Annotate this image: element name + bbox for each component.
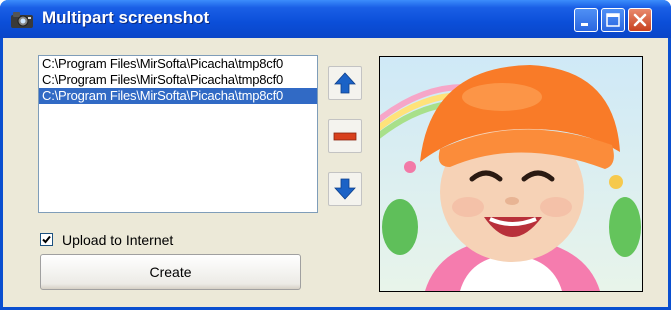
- close-icon: [633, 13, 647, 27]
- create-button[interactable]: Create: [40, 254, 301, 290]
- list-item[interactable]: C:\Program Files\MirSofta\Picacha\tmp8cf…: [39, 72, 317, 88]
- arrow-up-icon: [334, 72, 356, 94]
- upload-label: Upload to Internet: [62, 232, 174, 248]
- file-list[interactable]: C:\Program Files\MirSofta\Picacha\tmp8cf…: [38, 55, 318, 213]
- minimize-button[interactable]: [574, 8, 598, 32]
- window-title: Multipart screenshot: [42, 8, 210, 27]
- multipart-screenshot-window: Multipart screenshot C:\Program Files\Mi…: [0, 0, 671, 310]
- remove-button[interactable]: [328, 119, 362, 153]
- baby-photo: [380, 57, 642, 291]
- upload-checkbox[interactable]: [40, 233, 53, 246]
- camera-icon: [11, 12, 33, 28]
- list-item-selected[interactable]: C:\Program Files\MirSofta\Picacha\tmp8cf…: [39, 88, 317, 104]
- arrow-down-icon: [334, 178, 356, 200]
- list-item[interactable]: C:\Program Files\MirSofta\Picacha\tmp8cf…: [39, 56, 317, 72]
- minus-icon: [333, 132, 357, 141]
- move-up-button[interactable]: [328, 66, 362, 100]
- preview-image: [379, 56, 643, 292]
- maximize-button[interactable]: [601, 8, 625, 32]
- checkmark-icon: [42, 235, 51, 244]
- move-down-button[interactable]: [328, 172, 362, 206]
- maximize-icon: [606, 13, 620, 27]
- title-bar[interactable]: Multipart screenshot: [0, 0, 671, 38]
- close-button[interactable]: [628, 8, 652, 32]
- minimize-icon: [581, 23, 588, 26]
